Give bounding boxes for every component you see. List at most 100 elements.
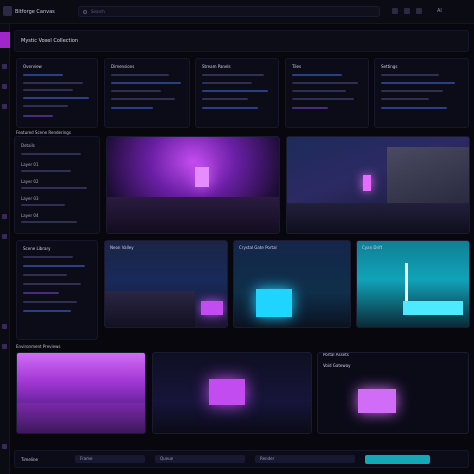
section-label-featured: Featured Scene Renderings <box>16 130 71 135</box>
panel-line <box>21 187 87 189</box>
panel-title: Details <box>21 143 35 148</box>
ground-image <box>287 203 469 233</box>
card-line <box>381 74 439 76</box>
segment-label: Frame <box>80 456 93 461</box>
card-line <box>292 90 346 92</box>
card-line <box>111 74 169 76</box>
card-title: Tiles <box>292 64 302 69</box>
card-line <box>23 89 73 91</box>
panel-line <box>23 310 71 312</box>
sidebar-export-icon[interactable] <box>2 344 7 349</box>
card-line <box>23 82 83 84</box>
card-settings[interactable]: Settings <box>374 58 469 128</box>
card-title: Stream Panels <box>202 64 231 69</box>
magenta-block-image <box>201 301 223 315</box>
panel-item[interactable]: Layer 02 <box>21 179 39 184</box>
card-line <box>202 98 248 100</box>
collection-header: Mystic Voxel Collection <box>14 30 469 52</box>
thumb-crystal-gate[interactable]: Crystal Gate Portal <box>233 240 351 328</box>
gateway-cube-image <box>358 389 396 413</box>
search-input[interactable]: Search <box>78 6 380 17</box>
thumb-caption: Cyan Drift <box>362 245 383 250</box>
thumb-cyan-drift[interactable]: Cyan Drift <box>356 240 470 328</box>
section-label-portal: Portal Assets <box>323 352 349 357</box>
settings-icon[interactable] <box>404 8 410 14</box>
portal-glow-image <box>363 175 371 191</box>
card-title: Overview <box>23 64 42 69</box>
timeline-label: Timeline <box>21 457 39 462</box>
bell-icon[interactable] <box>392 8 398 14</box>
sidebar-render-icon[interactable] <box>2 234 7 239</box>
panel-line <box>23 256 73 258</box>
card-line <box>292 82 358 84</box>
library-panel: Scene Library <box>16 240 98 340</box>
timeline-segment[interactable]: Render <box>255 455 355 463</box>
panel-line <box>23 301 77 303</box>
card-line <box>23 115 53 117</box>
card-line <box>292 74 342 76</box>
card-line <box>202 74 264 76</box>
glowing-cube-image <box>195 167 209 187</box>
grid-icon[interactable] <box>416 8 422 14</box>
render-progress-bar[interactable] <box>365 455 430 464</box>
panel-item[interactable]: Layer 01 <box>21 162 39 167</box>
segment-label: Queue <box>160 456 174 461</box>
sidebar-assets-icon[interactable] <box>2 104 7 109</box>
panel-line <box>23 283 81 285</box>
panel-line <box>23 265 85 267</box>
terrain-image <box>105 291 195 327</box>
field-image <box>17 403 145 433</box>
featured-render-purple[interactable] <box>106 136 280 234</box>
card-line <box>111 107 153 109</box>
sidebar-active-item[interactable] <box>0 32 10 48</box>
app-logo-icon <box>3 6 12 16</box>
thumb-caption: Crystal Gate Portal <box>239 245 277 250</box>
card-line <box>202 82 252 84</box>
panel-line <box>23 292 59 294</box>
thumb-caption: Void Gateway <box>323 363 351 368</box>
card-title: Dimensions <box>111 64 135 69</box>
top-bar: Bitforge Canvas Search Al <box>0 0 474 24</box>
sidebar-scenes-icon[interactable] <box>2 214 7 219</box>
panel-item[interactable]: Layer 04 <box>21 213 39 218</box>
thumb-caption: Neon Valley <box>110 245 134 250</box>
panel-item[interactable]: Layer 03 <box>21 196 39 201</box>
preview-pink-sky[interactable] <box>16 352 146 434</box>
preview-portal-assets[interactable]: Portal Assets Void Gateway <box>317 352 469 434</box>
sidebar-help-icon[interactable] <box>2 444 7 449</box>
card-line <box>292 98 354 100</box>
panel-line <box>21 204 65 206</box>
beacon-image <box>405 263 408 303</box>
card-line <box>23 97 89 99</box>
card-tiles[interactable]: Tiles <box>285 58 369 128</box>
preview-void-room[interactable] <box>152 352 312 434</box>
sidebar <box>0 24 10 474</box>
card-dimensions[interactable]: Dimensions <box>104 58 190 128</box>
panel-line <box>21 170 71 172</box>
timeline-segment[interactable]: Queue <box>155 455 245 463</box>
featured-render-blue[interactable] <box>286 136 470 234</box>
app-title: Bitforge Canvas <box>15 9 55 15</box>
glowing-box-image <box>209 379 245 405</box>
card-line <box>111 82 181 84</box>
card-overview[interactable]: Overview <box>16 58 98 128</box>
sidebar-layers-icon[interactable] <box>2 84 7 89</box>
water-image <box>403 301 463 315</box>
card-line <box>381 90 443 92</box>
card-line <box>23 74 63 76</box>
card-line <box>381 98 429 100</box>
timeline-segment[interactable]: Frame <box>75 455 145 463</box>
search-icon <box>83 10 87 14</box>
sidebar-library-icon[interactable] <box>2 324 7 329</box>
timeline-bar: Timeline Frame Queue Render <box>14 450 469 468</box>
card-line <box>202 90 268 92</box>
card-line <box>202 107 258 109</box>
details-panel: Details Layer 01 Layer 02 Layer 03 Layer… <box>14 136 100 234</box>
card-title: Settings <box>381 64 398 69</box>
card-line <box>111 98 175 100</box>
card-line <box>381 107 447 109</box>
user-avatar[interactable]: Al <box>437 8 442 14</box>
sidebar-home-icon[interactable] <box>2 64 7 69</box>
card-stream-panels[interactable]: Stream Panels <box>195 58 279 128</box>
thumb-neon-valley[interactable]: Neon Valley <box>104 240 228 328</box>
